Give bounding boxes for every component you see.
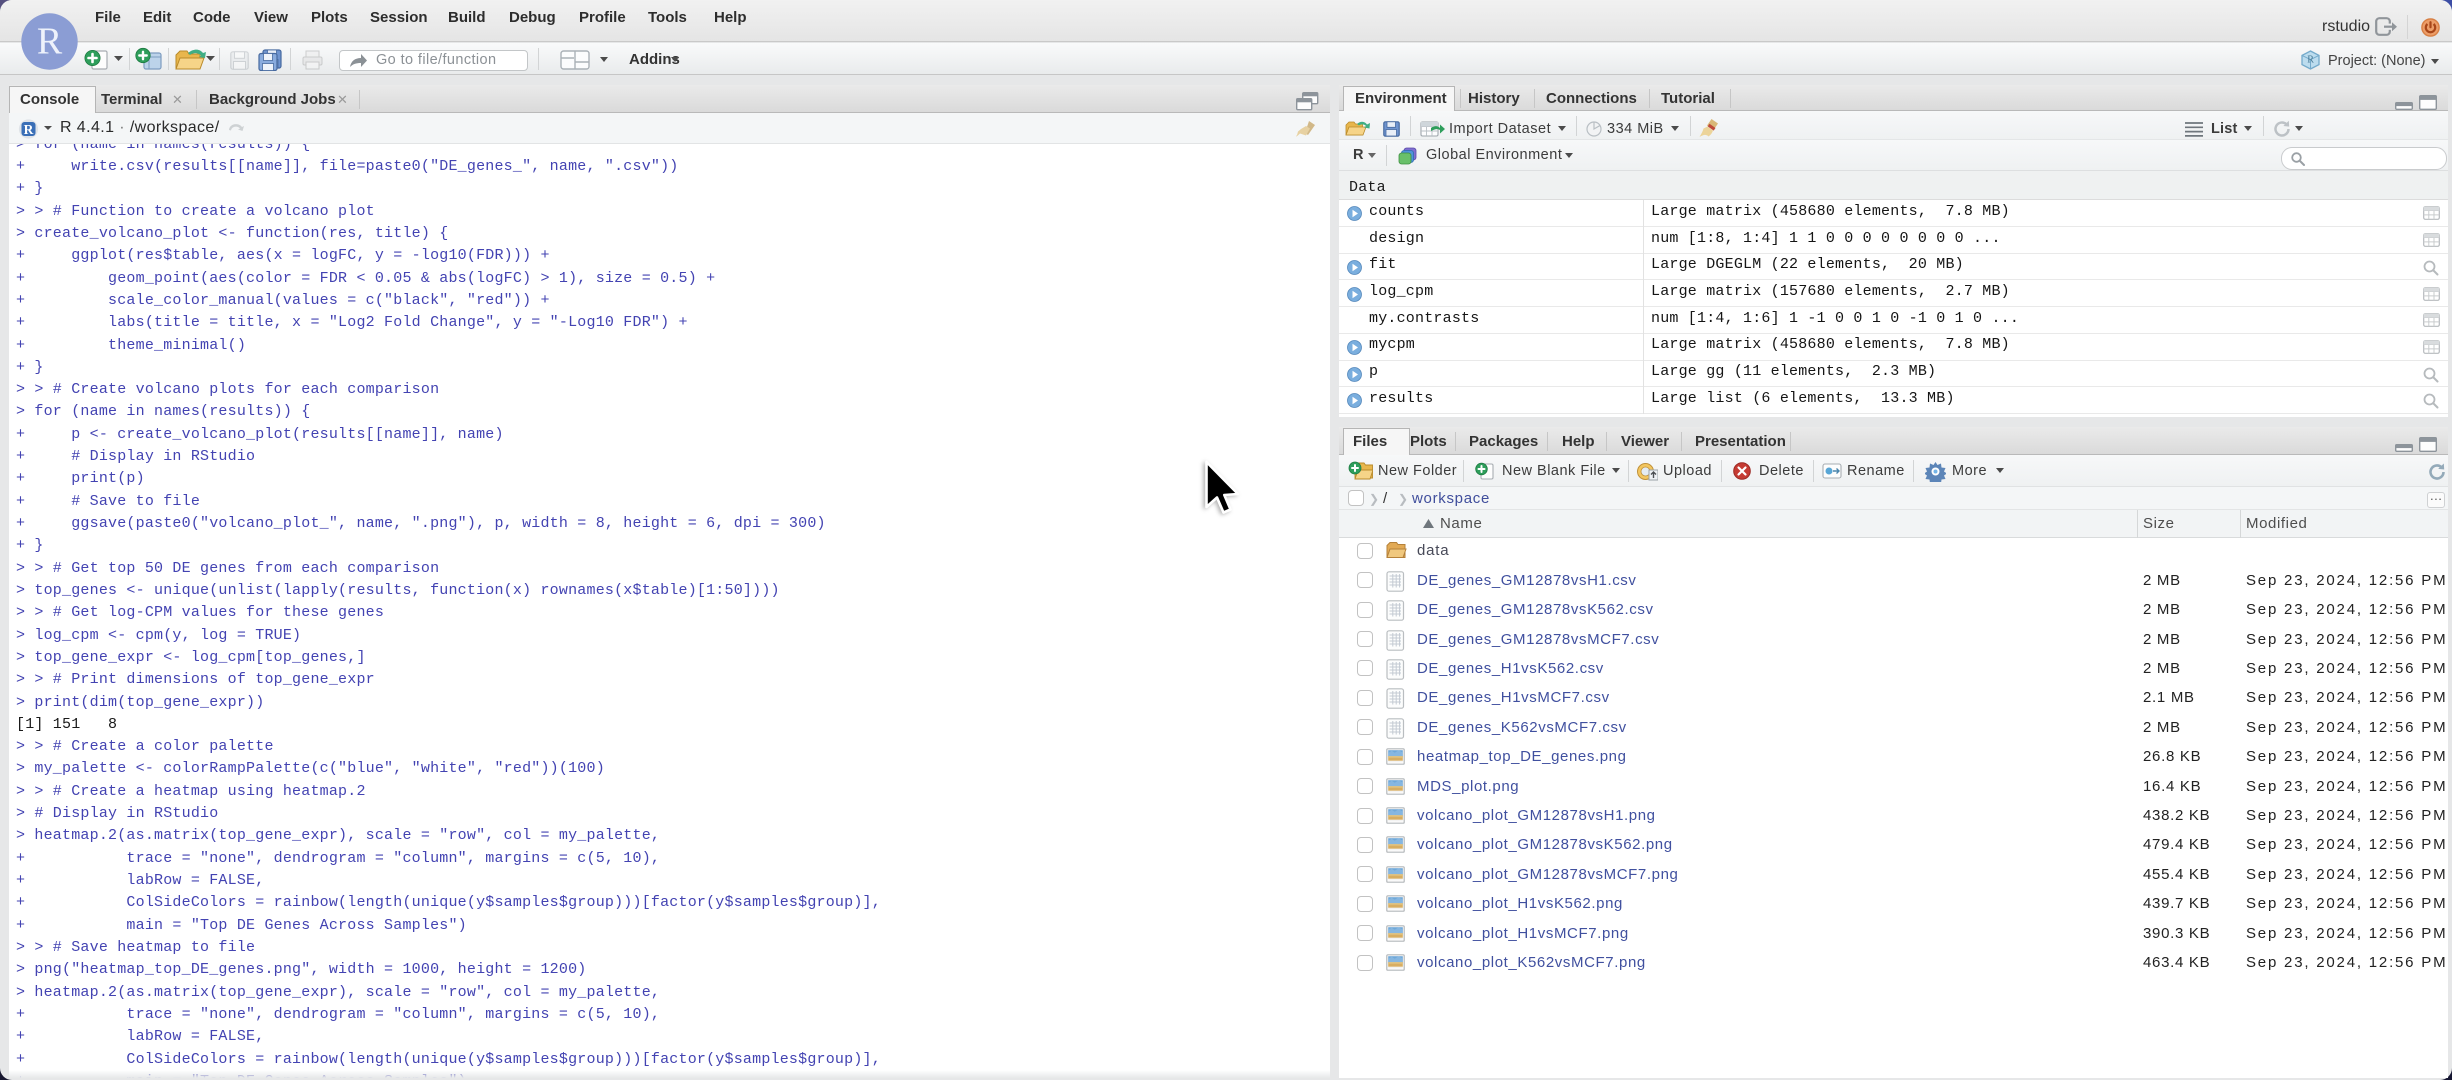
svg-text:R: R bbox=[37, 21, 63, 63]
svg-text:R: R bbox=[2307, 55, 2314, 66]
svg-text:R: R bbox=[24, 122, 34, 137]
